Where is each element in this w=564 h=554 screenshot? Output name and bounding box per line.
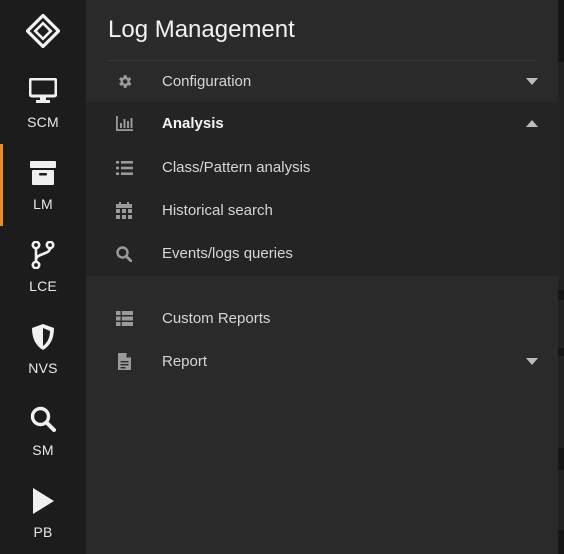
rail-item-lm[interactable]: LM <box>0 144 86 226</box>
rail-item-nvs[interactable]: NVS <box>0 308 86 390</box>
panel-title: Log Management <box>108 16 295 43</box>
chevron-down-icon[interactable] <box>526 356 538 368</box>
app-rail: SCM LM LCE NVS SM PB <box>0 0 86 554</box>
gear-icon <box>115 73 133 91</box>
rail-item-lce[interactable]: LCE <box>0 226 86 308</box>
submenu-item-events-logs-queries[interactable]: Events/logs queries <box>86 232 558 275</box>
menu-item-label: Custom Reports <box>162 310 271 327</box>
menu-item-label: Configuration <box>162 73 252 90</box>
branch-icon <box>28 240 58 270</box>
log-management-panel: Log Management Configuration Analysis Cl… <box>86 0 558 554</box>
calendar-icon <box>115 202 133 220</box>
rail-item-label: LCE <box>29 278 57 294</box>
rail-item-pb[interactable]: PB <box>0 472 86 554</box>
bar-chart-icon <box>115 115 133 133</box>
menu-item-custom-reports[interactable]: Custom Reports <box>86 297 558 340</box>
table-icon <box>115 310 133 328</box>
submenu-item-label: Historical search <box>162 202 273 219</box>
menu-item-label: Report <box>162 353 208 370</box>
app-logo[interactable] <box>0 0 86 62</box>
rail-item-label: LM <box>33 196 53 212</box>
rail-item-label: PB <box>33 524 53 540</box>
search-icon <box>28 404 58 434</box>
play-icon <box>28 486 58 516</box>
archive-box-icon <box>28 158 58 188</box>
list-icon <box>115 159 133 177</box>
chevron-up-icon[interactable] <box>526 118 538 130</box>
rail-item-label: SCM <box>27 114 59 130</box>
document-icon <box>115 353 133 371</box>
rail-item-label: NVS <box>28 360 58 376</box>
menu-item-configuration[interactable]: Configuration <box>86 60 558 103</box>
submenu-item-historical-search[interactable]: Historical search <box>86 189 558 232</box>
chevron-down-icon[interactable] <box>526 76 538 88</box>
menu-item-label: Analysis <box>162 115 224 132</box>
monitor-icon <box>28 76 58 106</box>
rail-item-label: SM <box>32 442 54 458</box>
shield-icon <box>28 322 58 352</box>
submenu-item-class-pattern-analysis[interactable]: Class/Pattern analysis <box>86 146 558 189</box>
search-icon <box>115 245 133 263</box>
submenu-item-label: Class/Pattern analysis <box>162 159 311 176</box>
logo-icon <box>26 14 60 48</box>
menu-item-analysis[interactable]: Analysis <box>86 102 558 145</box>
background-page-edge <box>558 0 564 554</box>
rail-item-sm[interactable]: SM <box>0 390 86 472</box>
rail-item-scm[interactable]: SCM <box>0 62 86 144</box>
submenu-item-label: Events/logs queries <box>162 245 293 262</box>
menu-item-report[interactable]: Report <box>86 340 558 383</box>
